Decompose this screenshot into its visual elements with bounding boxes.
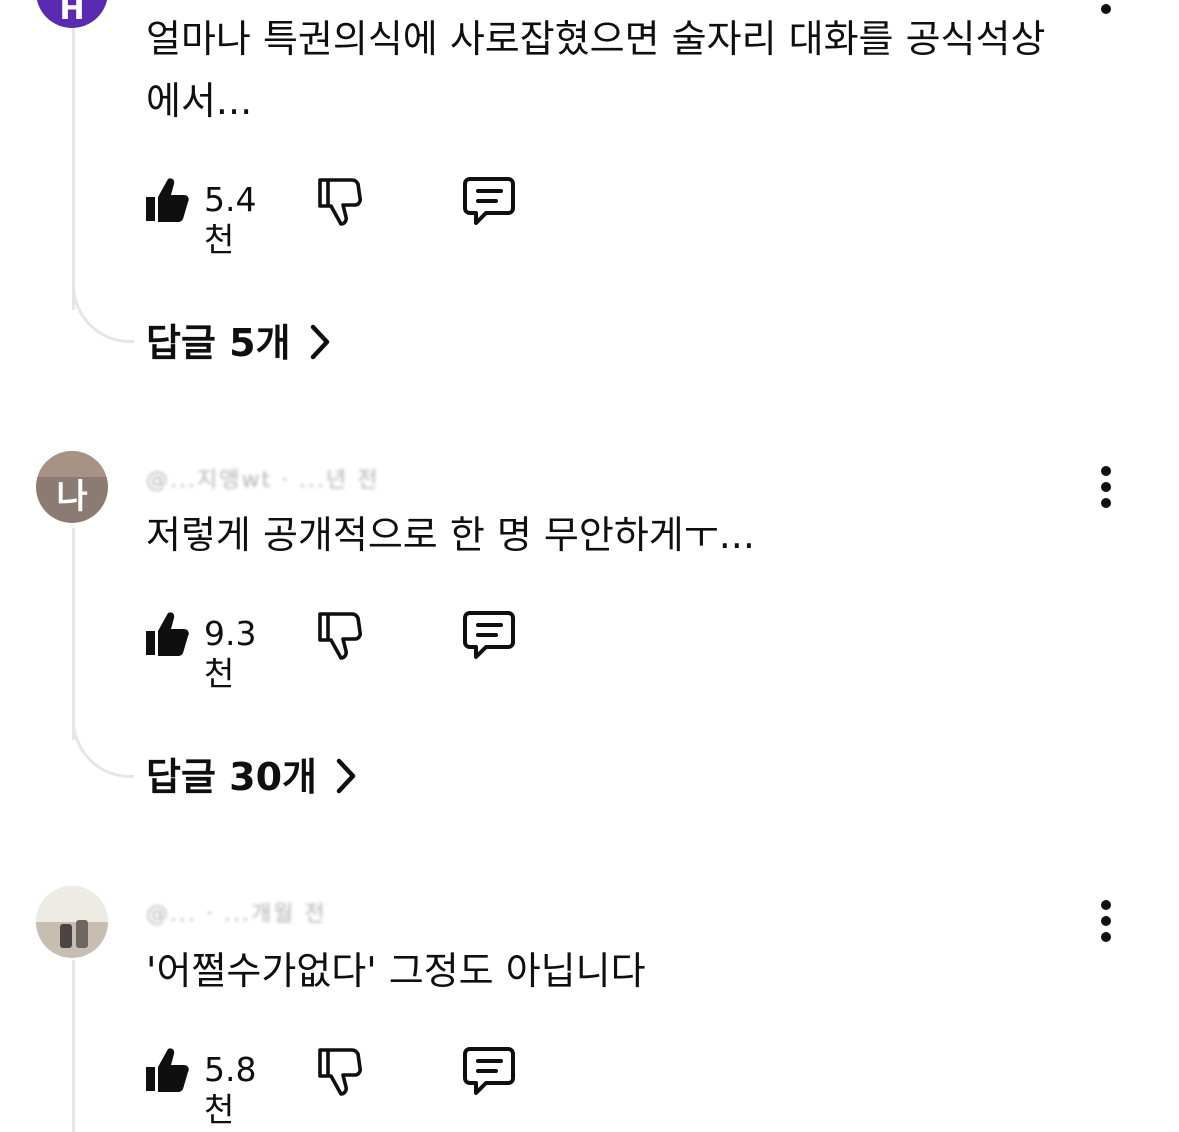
thumbs-down-icon[interactable] (314, 176, 362, 226)
comment-text: 저렇게 공개적으로 한 명 무안하게ㅜ... (146, 513, 755, 557)
more-options-button[interactable] (1094, 466, 1118, 510)
thumbs-up-icon[interactable] (144, 610, 190, 658)
thread-connector (72, 720, 134, 778)
comment-author[interactable]: @...지앵wt · ...년 전 (146, 462, 380, 493)
replies-label: 답글 5개 (146, 321, 291, 365)
like-count: 9.3천 (204, 614, 257, 693)
thread-line (72, 528, 75, 740)
thread-connector (72, 285, 134, 343)
avatar[interactable] (36, 886, 108, 958)
comment-icon[interactable] (462, 610, 516, 660)
chevron-right-icon (310, 324, 329, 360)
comment-author[interactable]: @... · ...개월 전 (146, 896, 327, 927)
thumbs-up-icon[interactable] (144, 1046, 190, 1094)
chevron-right-icon (336, 758, 356, 794)
comment-icon[interactable] (462, 176, 516, 226)
comment-icon[interactable] (462, 1046, 516, 1096)
like-count: 5.8천 (204, 1050, 257, 1129)
thread-line (72, 20, 75, 310)
more-options-button[interactable] (1094, 0, 1118, 14)
comment-text: '어쩔수가없다' 그정도 아닙니다 (146, 949, 646, 993)
thumbs-down-icon[interactable] (314, 1046, 362, 1096)
avatar[interactable]: H (36, 0, 108, 28)
view-replies-button[interactable]: 답글 30개 (146, 752, 357, 802)
thread-line (72, 960, 75, 1132)
thumbs-down-icon[interactable] (314, 610, 362, 660)
comment-text: 얼마나 특권의식에 사로잡혔으면 술자리 대화를 공식석상 에서... (146, 17, 1046, 123)
replies-label: 답글 30개 (146, 755, 317, 799)
like-count: 5.4천 (204, 180, 257, 259)
view-replies-button[interactable]: 답글 5개 (146, 318, 331, 368)
more-options-button[interactable] (1094, 900, 1118, 944)
thumbs-up-icon[interactable] (144, 176, 190, 224)
avatar[interactable]: 나 (36, 451, 108, 523)
